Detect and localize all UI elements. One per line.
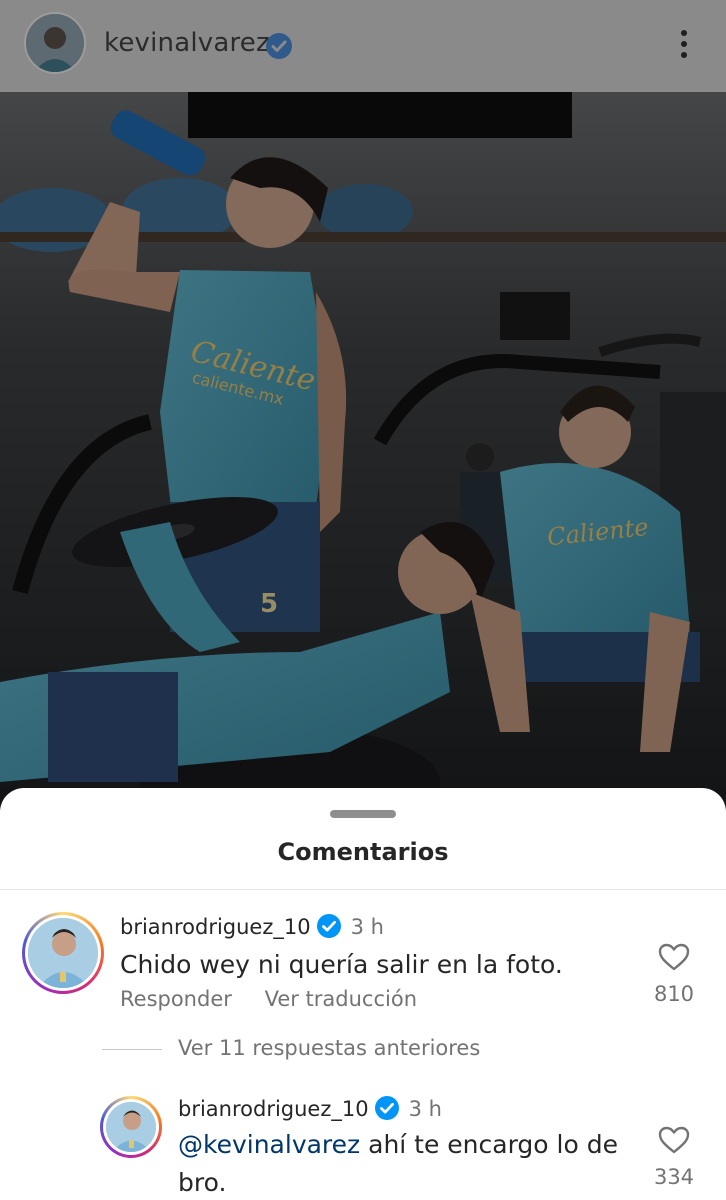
more-options-icon[interactable] xyxy=(664,24,704,64)
divider xyxy=(0,889,726,890)
view-replies-label[interactable]: Ver 11 respuestas anteriores xyxy=(178,1036,480,1060)
verified-badge-icon xyxy=(266,33,292,59)
comments-title: Comentarios xyxy=(277,838,449,866)
post-photo[interactable]: Caliente caliente.mx 5 Caliente xyxy=(0,92,726,810)
reply-button[interactable]: Responder xyxy=(120,987,232,1011)
verified-badge-icon xyxy=(374,1096,399,1120)
comment-username[interactable]: brianrodriguez_10 xyxy=(120,915,311,939)
post-header: kevinalvarez xyxy=(0,0,726,92)
reply-time: 3 h xyxy=(408,1097,442,1121)
sheet-drag-handle[interactable] xyxy=(330,810,396,818)
commenter-avatar[interactable] xyxy=(100,1096,162,1158)
mention-link[interactable]: @kevinalvarez xyxy=(178,1130,360,1159)
like-count: 334 xyxy=(653,1165,695,1189)
reply-text: ahí te encargo lo de xyxy=(360,1130,618,1159)
commenter-avatar[interactable] xyxy=(22,912,104,994)
heart-icon[interactable] xyxy=(644,1125,704,1159)
profile-avatar[interactable] xyxy=(24,12,86,74)
reply-text-continued: bro. xyxy=(178,1168,227,1197)
heart-icon[interactable] xyxy=(644,942,704,976)
comment-time: 3 h xyxy=(350,915,384,939)
see-translation-button[interactable]: Ver traducción xyxy=(265,987,417,1011)
comment-text: Chido wey ni quería salir en la foto. xyxy=(120,950,563,979)
like-count: 810 xyxy=(653,982,695,1006)
replies-line xyxy=(102,1049,162,1050)
verified-badge-icon xyxy=(316,914,341,938)
profile-username[interactable]: kevinalvarez xyxy=(104,28,270,58)
reply-username[interactable]: brianrodriguez_10 xyxy=(178,1097,369,1121)
